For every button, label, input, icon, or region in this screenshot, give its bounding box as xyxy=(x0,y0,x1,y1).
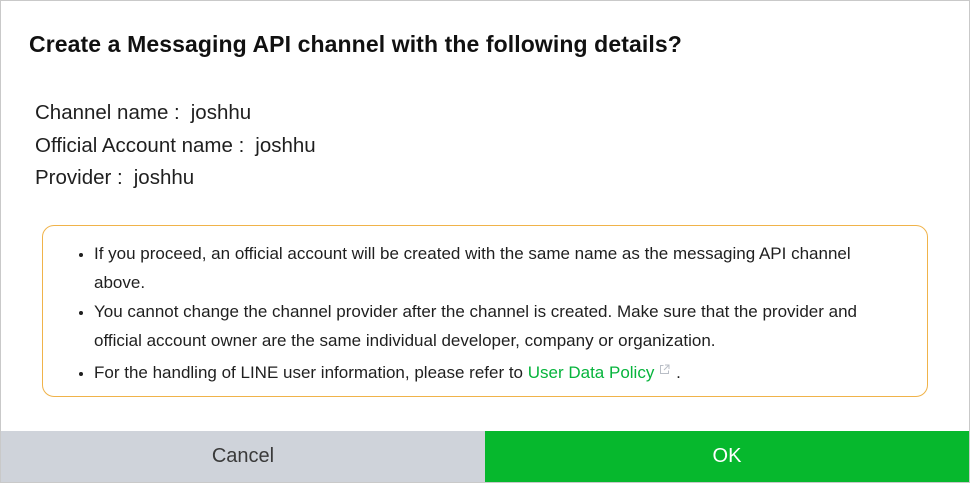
detail-value: joshhu xyxy=(190,101,252,124)
cancel-button[interactable]: Cancel xyxy=(1,431,485,482)
channel-details: Channel name : joshhu Official Account na… xyxy=(35,97,316,195)
user-data-policy-link[interactable]: User Data Policy xyxy=(528,363,655,382)
notice-item-provider: You cannot change the channel provider a… xyxy=(94,297,903,355)
external-link-icon[interactable] xyxy=(659,355,670,384)
detail-row-provider: Provider : joshhu xyxy=(35,162,316,195)
policy-suffix: . xyxy=(671,363,681,382)
policy-text: For the handling of LINE user informatio… xyxy=(94,363,528,382)
ok-button[interactable]: OK xyxy=(485,431,969,482)
detail-row-official-account-name: Official Account name : joshhu xyxy=(35,130,316,163)
notice-list: If you proceed, an official account will… xyxy=(43,226,927,387)
detail-value: joshhu xyxy=(133,166,195,189)
detail-row-channel-name: Channel name : joshhu xyxy=(35,97,316,130)
detail-value: joshhu xyxy=(255,133,316,157)
detail-label: Official Account name : xyxy=(35,133,245,157)
detail-label: Channel name : xyxy=(35,101,180,124)
notice-item-official-account: If you proceed, an official account will… xyxy=(94,239,903,297)
notice-item-policy: For the handling of LINE user informatio… xyxy=(94,355,903,387)
dialog-footer: Cancel OK xyxy=(1,431,969,482)
notice-box: If you proceed, an official account will… xyxy=(42,225,928,397)
create-channel-dialog: Create a Messaging API channel with the … xyxy=(0,0,970,483)
detail-label: Provider : xyxy=(35,166,123,189)
dialog-title: Create a Messaging API channel with the … xyxy=(29,31,682,57)
